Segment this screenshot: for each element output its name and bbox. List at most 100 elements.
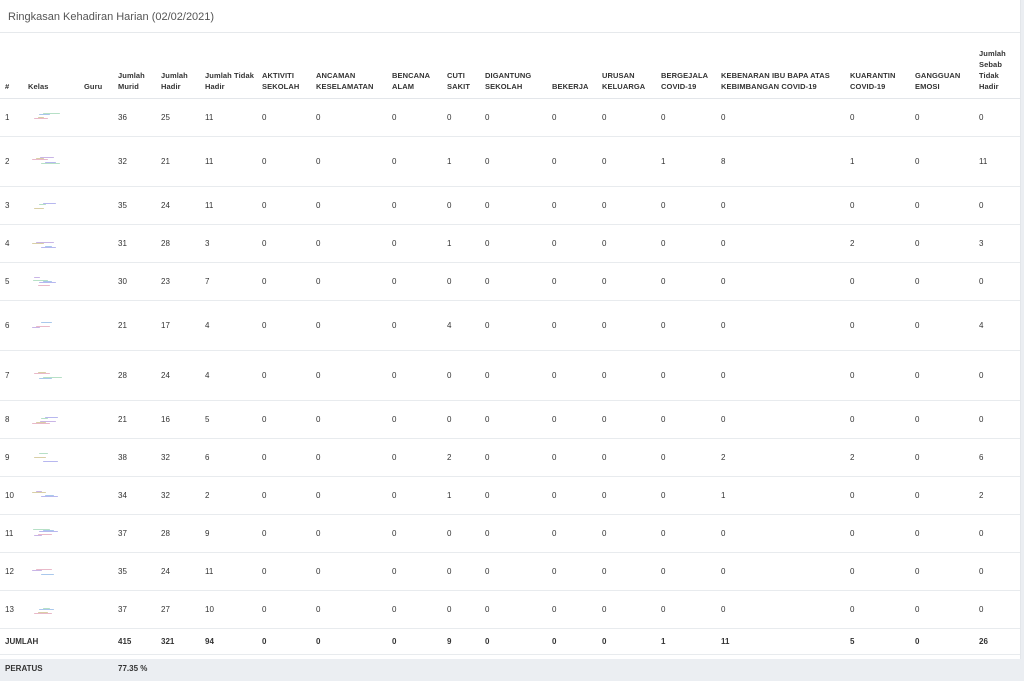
column-header-bencana-alam: BENCANA ALAM	[387, 33, 442, 99]
cell-bencana-alam: 0	[387, 401, 442, 439]
total-bekerja: 0	[547, 629, 597, 655]
cell-kuarantin-covid-19: 0	[845, 591, 910, 629]
cell-aktiviti-sekolah: 0	[257, 225, 311, 263]
table-row: 1362511000000000000	[0, 99, 1020, 137]
cell-cuti-sakit: 0	[442, 187, 480, 225]
cell-num: 10	[0, 477, 23, 515]
total-kebenaran-ibu-bapa-atas-kebimbangan-covid-19: 11	[716, 629, 845, 655]
cell-jumlah-hadir: 27	[156, 591, 200, 629]
table-row: 13372710000000000000	[0, 591, 1020, 629]
kelas-name-obscured	[28, 236, 68, 250]
cell-jumlah-sebab-tidak-hadir: 0	[974, 187, 1020, 225]
column-header-cuti-sakit: CUTI SAKIT	[442, 33, 480, 99]
total-jumlah-hadir: 321	[156, 629, 200, 655]
cell-jumlah-tidak-hadir: 4	[200, 351, 257, 401]
cell-ancaman-keselamatan: 0	[311, 477, 387, 515]
cell-bencana-alam: 0	[387, 553, 442, 591]
kelas-name-obscured	[28, 198, 68, 212]
cell-bergejala-covid-19: 0	[656, 553, 716, 591]
cell-aktiviti-sekolah: 0	[257, 401, 311, 439]
cell-urusan-keluarga: 0	[597, 263, 656, 301]
cell-kuarantin-covid-19: 0	[845, 263, 910, 301]
cell-ancaman-keselamatan: 0	[311, 187, 387, 225]
cell-jumlah-sebab-tidak-hadir: 0	[974, 401, 1020, 439]
cell-jumlah-sebab-tidak-hadir: 0	[974, 591, 1020, 629]
cell-bencana-alam: 0	[387, 351, 442, 401]
total-label: JUMLAH	[0, 629, 23, 655]
cell-jumlah-tidak-hadir: 7	[200, 263, 257, 301]
cell-jumlah-hadir: 28	[156, 515, 200, 553]
cell-aktiviti-sekolah: 0	[257, 137, 311, 187]
cell-ancaman-keselamatan: 0	[311, 553, 387, 591]
kelas-name-obscured	[28, 450, 68, 464]
cell-aktiviti-sekolah: 0	[257, 439, 311, 477]
cell-gangguan-emosi: 0	[910, 137, 974, 187]
total-ancaman-keselamatan: 0	[311, 629, 387, 655]
cell-jumlah-tidak-hadir: 2	[200, 477, 257, 515]
cell-kelas	[23, 515, 79, 553]
cell-gangguan-emosi: 0	[910, 553, 974, 591]
cell-bergejala-covid-19: 1	[656, 137, 716, 187]
total-guru	[79, 629, 113, 655]
cell-guru	[79, 439, 113, 477]
total-row: JUMLAH4153219400090001115026	[0, 629, 1020, 655]
cell-kelas	[23, 401, 79, 439]
cell-gangguan-emosi: 0	[910, 225, 974, 263]
cell-jumlah-hadir: 25	[156, 99, 200, 137]
cell-ancaman-keselamatan: 0	[311, 439, 387, 477]
cell-digantung-sekolah: 0	[480, 477, 547, 515]
cell-num: 4	[0, 225, 23, 263]
table-row: 621174000400000004	[0, 301, 1020, 351]
cell-bekerja: 0	[547, 515, 597, 553]
column-header-urusan-keluarga: URUSAN KELUARGA	[597, 33, 656, 99]
cell-guru	[79, 137, 113, 187]
kelas-name-obscured	[28, 526, 68, 540]
cell-jumlah-sebab-tidak-hadir: 2	[974, 477, 1020, 515]
cell-jumlah-hadir: 24	[156, 553, 200, 591]
cell-kebenaran-ibu-bapa-atas-kebimbangan-covid-19: 0	[716, 263, 845, 301]
cell-jumlah-tidak-hadir: 6	[200, 439, 257, 477]
cell-num: 8	[0, 401, 23, 439]
cell-aktiviti-sekolah: 0	[257, 351, 311, 401]
cell-jumlah-sebab-tidak-hadir: 0	[974, 263, 1020, 301]
cell-kuarantin-covid-19: 0	[845, 301, 910, 351]
cell-bencana-alam: 0	[387, 515, 442, 553]
total-gangguan-emosi: 0	[910, 629, 974, 655]
cell-jumlah-murid: 21	[113, 301, 156, 351]
cell-kebenaran-ibu-bapa-atas-kebimbangan-covid-19: 8	[716, 137, 845, 187]
cell-bekerja: 0	[547, 439, 597, 477]
cell-bencana-alam: 0	[387, 263, 442, 301]
cell-urusan-keluarga: 0	[597, 553, 656, 591]
cell-num: 7	[0, 351, 23, 401]
cell-kuarantin-covid-19: 1	[845, 137, 910, 187]
cell-cuti-sakit: 1	[442, 137, 480, 187]
cell-jumlah-tidak-hadir: 11	[200, 553, 257, 591]
cell-kelas	[23, 301, 79, 351]
total-jumlah-tidak-hadir: 94	[200, 629, 257, 655]
cell-digantung-sekolah: 0	[480, 515, 547, 553]
cell-jumlah-murid: 34	[113, 477, 156, 515]
cell-num: 13	[0, 591, 23, 629]
panel-title: Ringkasan Kehadiran Harian (02/02/2021)	[0, 0, 1020, 33]
kelas-name-obscured	[28, 318, 68, 332]
cell-urusan-keluarga: 0	[597, 401, 656, 439]
cell-digantung-sekolah: 0	[480, 439, 547, 477]
cell-aktiviti-sekolah: 0	[257, 477, 311, 515]
cell-digantung-sekolah: 0	[480, 553, 547, 591]
cell-kuarantin-covid-19: 2	[845, 225, 910, 263]
cell-jumlah-hadir: 17	[156, 301, 200, 351]
cell-urusan-keluarga: 0	[597, 301, 656, 351]
total-aktiviti-sekolah: 0	[257, 629, 311, 655]
cell-digantung-sekolah: 0	[480, 137, 547, 187]
cell-jumlah-tidak-hadir: 11	[200, 187, 257, 225]
table-body: 1362511000000000000232211100010001810113…	[0, 99, 1020, 681]
kelas-name-obscured	[28, 274, 68, 288]
table-row: 3352411000000000000	[0, 187, 1020, 225]
cell-urusan-keluarga: 0	[597, 187, 656, 225]
cell-bencana-alam: 0	[387, 187, 442, 225]
table-row: 728244000000000000	[0, 351, 1020, 401]
cell-guru	[79, 187, 113, 225]
cell-bekerja: 0	[547, 477, 597, 515]
cell-bergejala-covid-19: 0	[656, 477, 716, 515]
cell-ancaman-keselamatan: 0	[311, 515, 387, 553]
